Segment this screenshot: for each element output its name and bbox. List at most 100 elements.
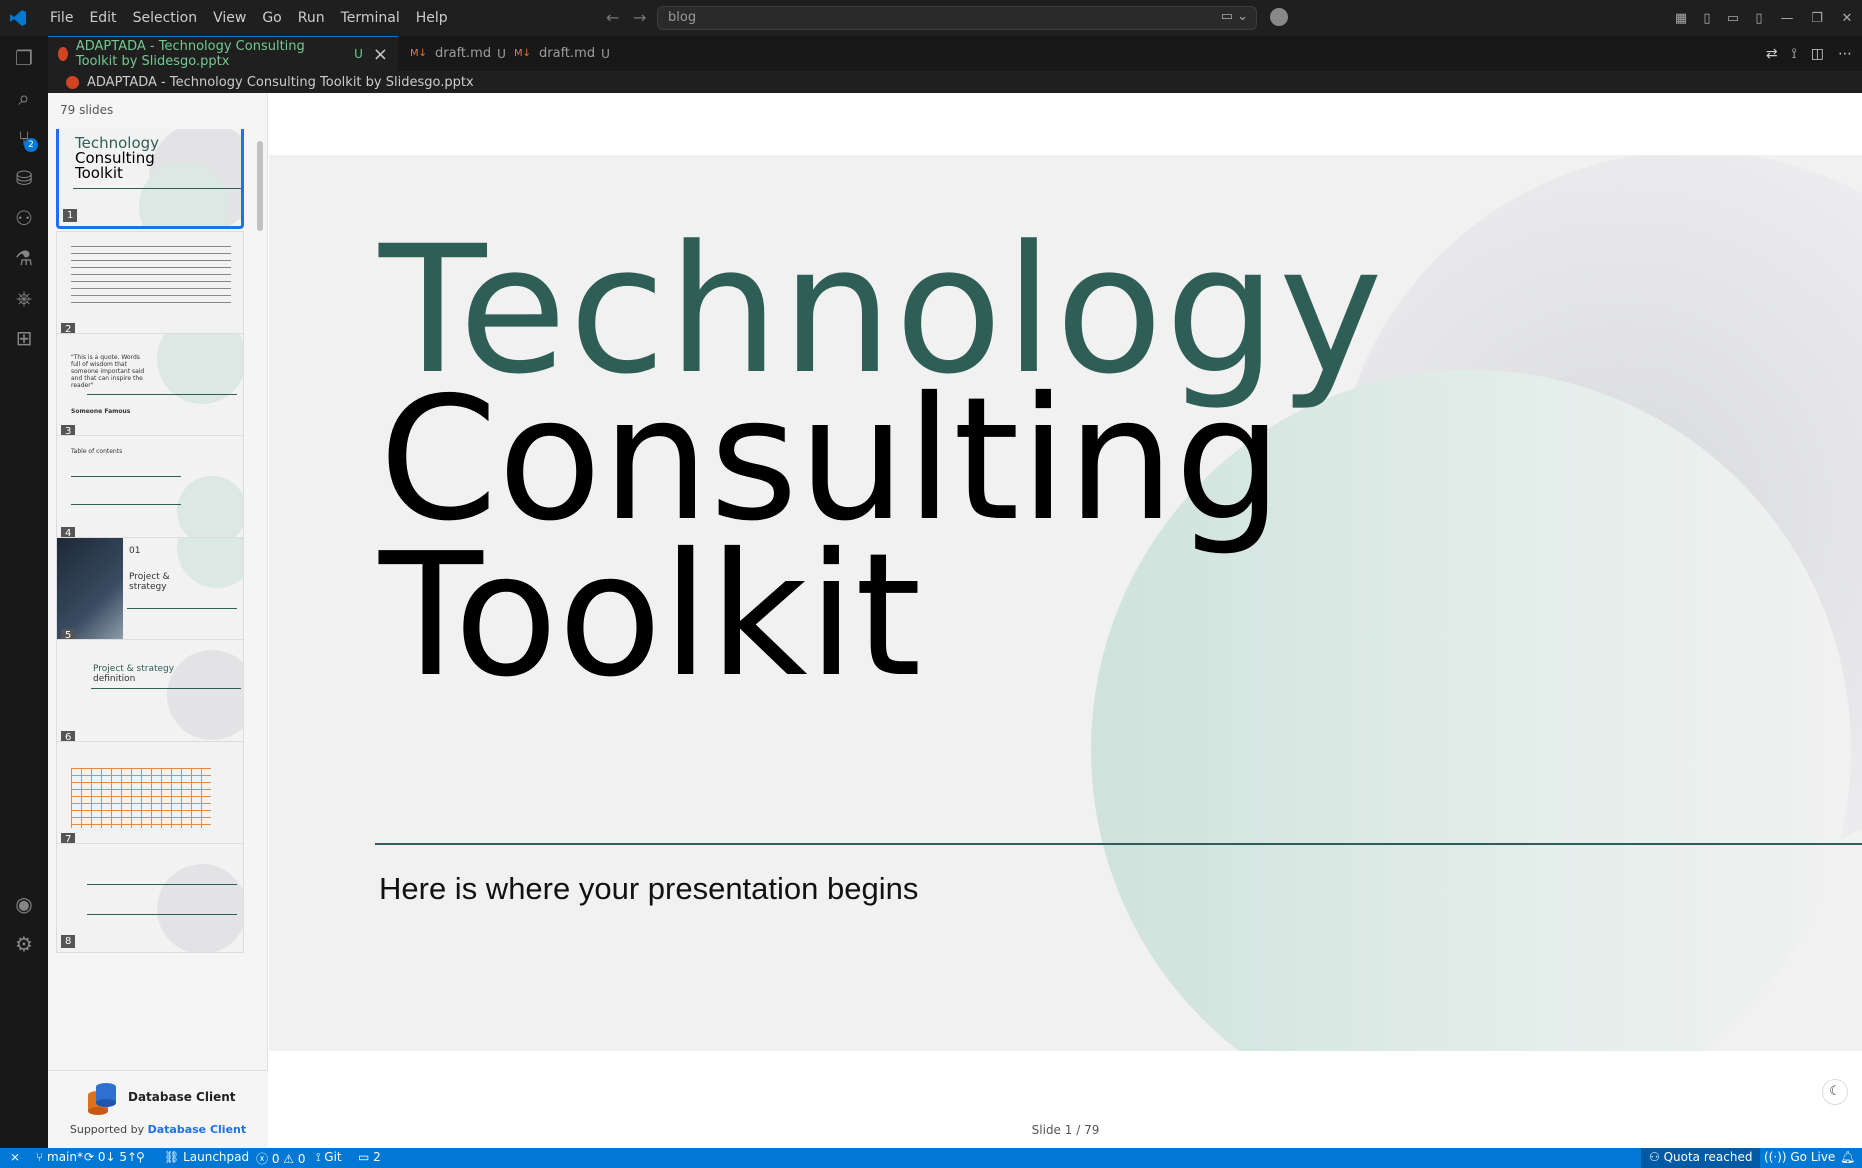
- window-controls: ▦ ▯ ▭ ▯ — ❐ ✕: [1668, 0, 1862, 36]
- git-graph-icon[interactable]: ⚲: [136, 1150, 145, 1164]
- editor-actions: ⇄ ⟟ ◫ ⋯: [1752, 36, 1852, 71]
- chat-icon[interactable]: ▭ ⌄: [1221, 9, 1248, 24]
- compare-changes-icon[interactable]: ⇄: [1766, 46, 1778, 62]
- tab-label: draft.md: [539, 46, 596, 61]
- tab-pptx[interactable]: ADAPTADA - Technology Consulting Toolkit…: [48, 36, 398, 71]
- search-icon[interactable]: ⌕: [0, 76, 48, 120]
- slide-stage: Technology Consulting Toolkit Here is wh…: [269, 93, 1862, 1148]
- dark-mode-toggle-icon[interactable]: ☾: [1822, 1079, 1848, 1105]
- git-commit-icon[interactable]: ⟟: [1792, 46, 1797, 62]
- slide-thumbnails: Technology Consulting Toolkit 1 2 "This …: [48, 129, 258, 1069]
- account-icon[interactable]: ◉: [0, 882, 48, 926]
- source-control-badge: 2: [24, 138, 38, 152]
- slide-thumbnail-6[interactable]: Project & strategy definition 6: [56, 639, 244, 749]
- thumb-title: Project & strategy: [129, 572, 170, 592]
- menu-file[interactable]: File: [42, 10, 81, 26]
- slide-thumbnail-8[interactable]: 8: [56, 843, 244, 953]
- layout-customize-icon[interactable]: ▦: [1668, 11, 1694, 26]
- tab-untracked-status: U: [354, 47, 363, 61]
- slide-thumbnail-5[interactable]: 01 Project & strategy 5: [56, 537, 244, 647]
- go-live-item[interactable]: ((·)) Go Live: [1764, 1150, 1835, 1164]
- sync-item[interactable]: ⟳ 0↓ 5↑: [84, 1150, 137, 1164]
- title-bar: File Edit Selection View Go Run Terminal…: [0, 0, 1862, 36]
- close-tab-icon[interactable]: ×: [373, 44, 388, 65]
- quota-item[interactable]: ⚇ Quota reached: [1641, 1148, 1761, 1168]
- git-label: Git: [324, 1150, 342, 1164]
- menu-edit[interactable]: Edit: [81, 10, 124, 26]
- thumb-section-number: 01: [129, 546, 141, 556]
- breadcrumb-file[interactable]: ADAPTADA - Technology Consulting Toolkit…: [87, 75, 474, 90]
- tab-draft-md-1[interactable]: M↓ draft.md U: [400, 36, 506, 71]
- thumb-quote-author: Someone Famous: [71, 408, 131, 415]
- slide-count: 79 slides: [60, 103, 114, 117]
- ports-item[interactable]: ▭ 2: [358, 1150, 381, 1164]
- menu-go[interactable]: Go: [254, 10, 289, 26]
- toggle-panel-icon[interactable]: ▭: [1720, 11, 1746, 26]
- notifications-bell-icon[interactable]: 🔔︎: [1840, 1150, 1855, 1164]
- launchpad-label: Launchpad: [183, 1150, 250, 1164]
- sync-status: 0↓ 5↑: [97, 1150, 138, 1164]
- toggle-sidebar-icon[interactable]: ▯: [1694, 11, 1720, 26]
- error-count: 0: [271, 1152, 280, 1166]
- slide-subtitle: Here is where your presentation begins: [379, 871, 919, 906]
- slides-scrollbar[interactable]: [256, 129, 264, 1069]
- warning-count: 0: [297, 1152, 306, 1166]
- minimize-icon[interactable]: —: [1772, 11, 1802, 26]
- markdown-file-icon: M↓: [410, 48, 428, 59]
- current-slide: Technology Consulting Toolkit Here is wh…: [269, 155, 1862, 1051]
- menu-help[interactable]: Help: [408, 10, 456, 26]
- explorer-icon[interactable]: ❐: [0, 36, 48, 80]
- git-item[interactable]: ⟟ Git: [316, 1150, 342, 1165]
- quota-label: Quota reached: [1663, 1150, 1753, 1164]
- slide-thumbnail-3[interactable]: "This is a quote. Words full of wisdom t…: [56, 333, 244, 443]
- menu-run[interactable]: Run: [290, 10, 333, 26]
- forward-arrow-icon[interactable]: →: [633, 8, 646, 27]
- scrollbar-thumb[interactable]: [257, 141, 263, 231]
- branch-name: main*: [47, 1150, 83, 1164]
- database-client-link[interactable]: Database Client: [148, 1123, 247, 1136]
- command-center[interactable]: blog ▭ ⌄: [657, 6, 1257, 30]
- pptx-viewer: 79 slides Technology Consulting Toolkit …: [48, 93, 1862, 1148]
- supported-by: Supported by Database Client: [48, 1123, 268, 1136]
- menu-terminal[interactable]: Terminal: [333, 10, 408, 26]
- status-bar: ⨯ ⑂ main* ⟳ 0↓ 5↑ ⚲ ⛓ Launchpad ⓧ 0 ⚠ 0 …: [0, 1148, 1862, 1168]
- menu-selection[interactable]: Selection: [125, 10, 206, 26]
- tab-draft-md-2[interactable]: M↓ draft.md U: [504, 36, 610, 71]
- command-center-text: blog: [668, 10, 697, 25]
- settings-gear-icon[interactable]: ⚙: [0, 922, 48, 966]
- tab-label: draft.md: [435, 46, 492, 61]
- tab-label: ADAPTADA - Technology Consulting Toolkit…: [75, 39, 305, 69]
- copilot-icon[interactable]: [1270, 8, 1288, 26]
- restore-icon[interactable]: ❐: [1802, 11, 1832, 26]
- breadcrumb: ADAPTADA - Technology Consulting Toolkit…: [48, 71, 1862, 93]
- activity-bar: ❐ ⌕ ⑂ 2 ⛁ ⚇ ⚗ ⎈ ⊞ ◉ ⚙: [0, 36, 48, 1148]
- thumb-title-line-3: Toolkit: [75, 164, 123, 182]
- extensions-icon[interactable]: ⊞: [0, 316, 48, 360]
- markdown-file-icon: M↓: [514, 48, 532, 59]
- slide-thumbnail-4[interactable]: Table of contents 4: [56, 435, 244, 545]
- slide-title-line-3: Toolkit: [379, 517, 922, 715]
- menu-view[interactable]: View: [205, 10, 254, 26]
- ports-count: 2: [373, 1150, 381, 1164]
- database-icon[interactable]: ⛁: [0, 156, 48, 200]
- source-control-icon[interactable]: ⑂ 2: [0, 116, 48, 160]
- problems-item[interactable]: ⓧ 0 ⚠ 0: [256, 1150, 306, 1167]
- menu-bar: File Edit Selection View Go Run Terminal…: [42, 0, 456, 36]
- back-arrow-icon[interactable]: ←: [606, 8, 619, 27]
- thumb-title-line-1: Project & strategy: [93, 664, 175, 674]
- toggle-secondary-sidebar-icon[interactable]: ▯: [1746, 11, 1772, 26]
- slide-thumbnail-1[interactable]: Technology Consulting Toolkit 1: [56, 129, 244, 229]
- slide-thumbnail-7[interactable]: 7: [56, 741, 244, 851]
- slide-thumbnail-2[interactable]: 2: [56, 231, 244, 341]
- python-icon[interactable]: ⚇: [0, 196, 48, 240]
- remote-icon[interactable]: ⨯: [10, 1150, 20, 1164]
- supported-by-prefix: Supported by: [69, 1123, 148, 1136]
- branch-item[interactable]: ⑂ main*: [36, 1150, 83, 1164]
- tab-untracked-status: U: [601, 46, 610, 61]
- split-editor-icon[interactable]: ◫: [1811, 46, 1824, 62]
- close-window-icon[interactable]: ✕: [1832, 11, 1862, 26]
- launchpad-item[interactable]: ⛓ Launchpad: [164, 1150, 249, 1164]
- kubernetes-icon[interactable]: ⎈: [0, 276, 48, 320]
- more-actions-icon[interactable]: ⋯: [1838, 46, 1852, 62]
- testing-icon[interactable]: ⚗: [0, 236, 48, 280]
